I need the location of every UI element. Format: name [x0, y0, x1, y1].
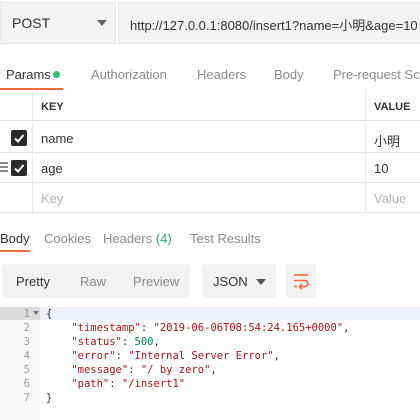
key-placeholder: Key	[41, 191, 64, 206]
pretty-button[interactable]: Pretty	[16, 274, 50, 289]
line-number: 2	[23, 322, 30, 334]
new-value-field[interactable]: Value	[366, 183, 420, 212]
checkbox-checked-icon[interactable]	[11, 130, 27, 146]
code-line: "status": 500,	[71, 336, 160, 348]
view-toolbar: Pretty Raw Preview JSON	[0, 264, 420, 300]
code-line: "message": "/ by zero",	[71, 364, 217, 376]
json-comma: ,	[153, 336, 160, 348]
code-line: }	[46, 392, 53, 404]
code-line: "timestamp": "2019-06-06T08:54:24.165+00…	[71, 322, 350, 334]
json-value: "Internal Server Error"	[128, 350, 274, 362]
param-value-cell[interactable]: 小明	[366, 123, 420, 152]
param-key: age	[41, 161, 63, 176]
preview-button[interactable]: Preview	[133, 274, 179, 289]
tab-response-body[interactable]: Body	[0, 231, 30, 246]
response-body-editor[interactable]: 1 { 2 "timestamp": "2019-06-06T08:54:24.…	[0, 306, 420, 420]
params-status-dot	[53, 71, 60, 78]
url-text: http://127.0.0.1:8080/insert1?name=小明&ag…	[130, 18, 418, 33]
param-key: name	[41, 131, 74, 146]
response-tabs: Body Cookies Headers (4) Test Results	[0, 226, 420, 252]
param-key-cell[interactable]: name	[33, 123, 366, 152]
active-tab-indicator	[0, 88, 63, 90]
json-key: "path"	[71, 378, 110, 390]
header-check-cell	[0, 91, 33, 120]
line-number: 5	[23, 364, 30, 376]
headers-count-badge: (4)	[155, 231, 172, 246]
tab-headers[interactable]: Headers	[197, 67, 246, 82]
tab-cookies[interactable]: Cookies	[44, 231, 91, 246]
tab-test-results[interactable]: Test Results	[190, 231, 261, 246]
json-comma: ,	[273, 350, 280, 362]
params-table: KEY VALUE name 小明 age 10 Key Value	[0, 91, 420, 215]
json-key: "status"	[71, 336, 122, 348]
column-header-value: VALUE	[374, 101, 411, 113]
line-number: 4	[23, 350, 30, 362]
table-header-row: KEY VALUE	[0, 91, 420, 121]
wrap-lines-icon	[294, 274, 309, 290]
param-value: 小明	[374, 134, 401, 149]
tab-response-headers[interactable]: Headers (4)	[103, 231, 172, 246]
wrap-lines-button[interactable]	[286, 264, 316, 298]
tab-authorization[interactable]: Authorization	[91, 67, 167, 82]
json-value: "2019-06-06T08:54:24.165+0000"	[153, 322, 344, 334]
json-comma: ,	[210, 364, 217, 376]
json-comma: ,	[343, 322, 350, 334]
format-label: JSON	[213, 274, 248, 289]
json-value: 500	[134, 336, 154, 348]
format-select[interactable]: JSON	[202, 264, 276, 298]
tab-response-headers-label: Headers	[103, 231, 153, 246]
line-number: 1	[23, 308, 30, 320]
header-value-cell: VALUE	[366, 91, 420, 120]
table-row: name 小明	[0, 123, 420, 153]
active-tab-indicator	[0, 250, 30, 252]
method-label: POST	[12, 15, 51, 31]
view-mode-group: Pretty Raw Preview	[2, 264, 190, 298]
code-line: {	[46, 308, 53, 320]
column-header-key: KEY	[41, 101, 64, 113]
param-value-cell[interactable]: 10	[366, 153, 420, 182]
tab-body[interactable]: Body	[274, 67, 304, 82]
new-key-field[interactable]: Key	[33, 183, 366, 212]
json-key: "timestamp"	[71, 322, 141, 334]
value-placeholder: Value	[374, 191, 407, 206]
json-key: "message"	[71, 364, 129, 376]
request-bar: POST http://127.0.0.1:8080/insert1?name=…	[0, 0, 420, 46]
table-row: age 10	[0, 153, 420, 183]
fold-caret-icon[interactable]	[33, 311, 39, 315]
table-row-new: Key Value	[0, 183, 420, 213]
row-check-cell	[0, 153, 33, 182]
method-select[interactable]: POST	[0, 2, 116, 44]
row-check-cell	[0, 123, 33, 152]
tab-pre-request-script[interactable]: Pre-request Scri	[333, 67, 420, 82]
header-key-cell: KEY	[33, 91, 366, 120]
request-tabs: Params Authorization Headers Body Pre-re…	[0, 58, 420, 90]
json-value: "/ by zero"	[140, 364, 211, 376]
active-line-highlight	[40, 307, 420, 320]
chevron-down-icon	[97, 20, 107, 26]
tab-params[interactable]: Params	[6, 67, 51, 82]
code-line: "error": "Internal Server Error",	[71, 350, 280, 362]
code-line: "path": "/insert1"	[71, 378, 186, 390]
param-value: 10	[374, 161, 389, 176]
chevron-down-icon	[256, 279, 266, 285]
checkbox-checked-icon[interactable]	[11, 160, 27, 176]
json-value: "/insert1"	[121, 378, 186, 390]
line-number: 6	[23, 378, 30, 390]
url-input[interactable]: http://127.0.0.1:8080/insert1?name=小明&ag…	[118, 2, 420, 44]
row-check-cell	[0, 183, 33, 212]
json-key: "error"	[71, 350, 116, 362]
param-key-cell[interactable]: age	[33, 153, 366, 182]
drag-handle-icon[interactable]	[0, 162, 8, 172]
raw-button[interactable]: Raw	[80, 274, 106, 289]
line-number: 7	[23, 392, 30, 404]
line-number: 3	[23, 336, 30, 348]
